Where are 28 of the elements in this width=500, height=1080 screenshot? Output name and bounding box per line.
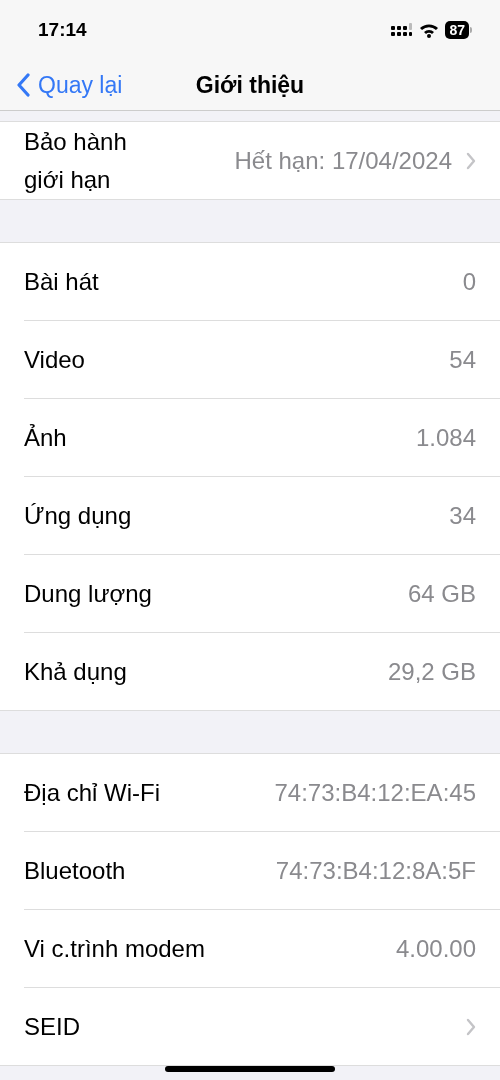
wifi-icon — [419, 22, 440, 38]
row-label: Video — [24, 344, 85, 375]
row-label: Địa chỉ Wi-Fi — [24, 777, 160, 808]
row-value: 29,2 GB — [387, 657, 476, 686]
chevron-left-icon — [16, 73, 30, 97]
battery-icon: 87 — [445, 21, 472, 39]
row-label: Ảnh — [24, 422, 67, 453]
row-value: 4.00.00 — [395, 934, 476, 963]
row-label: Khả dụng — [24, 656, 127, 687]
row-value: 1.084 — [415, 423, 476, 452]
row-value: 74:73:B4:12:EA:45 — [274, 778, 476, 807]
row-label: Dung lượng — [24, 578, 152, 609]
page-title: Giới thiệu — [195, 71, 305, 99]
back-button[interactable]: Quay lại — [0, 71, 123, 99]
row-value: Hết hạn: 17/04/2024 — [234, 146, 452, 175]
row-value: 54 — [449, 345, 476, 374]
signal-icon — [391, 23, 414, 37]
row-label: Ứng dụng — [24, 500, 132, 531]
row-label: Vi c.trình modem — [24, 933, 205, 964]
row-label: Bảo hành giới hạn — [24, 126, 128, 195]
row-label: Bluetooth — [24, 855, 126, 886]
row-value: 74:73:B4:12:8A:5F — [275, 856, 476, 885]
row-value: 0 — [462, 267, 476, 296]
row-value: 34 — [449, 501, 476, 530]
row-value: 64 GB — [407, 579, 476, 608]
row-label: SEID — [24, 1011, 80, 1042]
status-time: 17:14 — [38, 19, 87, 41]
row-label: Bài hát — [24, 266, 99, 297]
